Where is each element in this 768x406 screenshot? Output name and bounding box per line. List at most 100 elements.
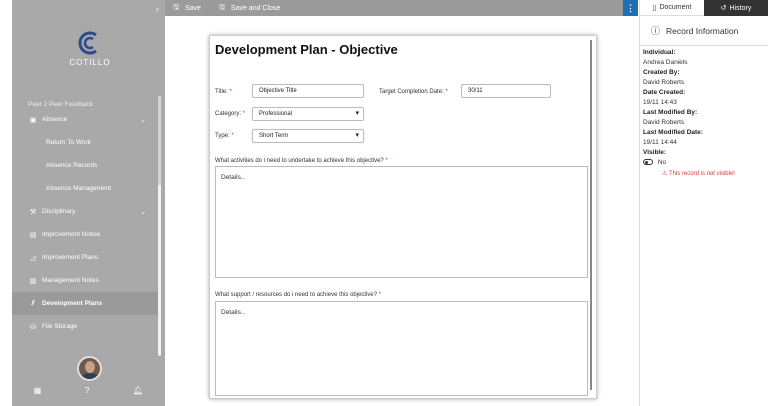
individual-label: Individual: <box>643 49 676 56</box>
tab-document[interactable]: ▯ Document <box>640 0 704 16</box>
created-by-label: Created By: <box>643 69 680 76</box>
visible-field: Visible: No <box>640 149 768 166</box>
created-by-value: David Roberts <box>643 79 685 86</box>
record-info-heading: ⓘ Record Information <box>640 16 768 46</box>
modified-date-label: Last Modified Date: <box>643 129 703 136</box>
visibility-warning-text: This record is not visible! <box>668 171 735 177</box>
activities-question-text: What activities do i need to undertake t… <box>215 158 384 164</box>
sidebar-item-absence[interactable]: ▣ Absence ⌄ <box>12 108 158 131</box>
sidebar-item-label: File Storage <box>42 323 78 330</box>
bell-icon[interactable]: 🔔︎ <box>133 386 143 395</box>
sidebar-item-development-plans[interactable]: ⫽ Development Plans <box>12 292 158 315</box>
visible-toggle[interactable] <box>643 159 653 166</box>
type-select[interactable]: Short Term <box>252 129 364 143</box>
type-label-text: Type: <box>215 133 230 139</box>
chevron-down-icon: ⌄ <box>140 208 146 216</box>
sidebar-item-return-to-work[interactable]: Return To Work <box>12 131 158 154</box>
individual-field: Individual: Andrea Daniels <box>640 49 768 66</box>
apps-grid-icon[interactable]: ▦ <box>34 386 42 395</box>
visibility-warning: ⚠ This record is not visible! <box>640 170 768 177</box>
date-created-field: Date Created: 19/11 14:43 <box>640 89 768 106</box>
visible-toggle-row: No <box>643 159 768 166</box>
individual-value: Andrea Daniels <box>643 59 688 66</box>
activities-question-label: What activities do i need to undertake t… <box>215 158 388 164</box>
tab-history-label: History <box>729 4 752 12</box>
sidebar-item-label: Improvement Notice <box>42 231 101 238</box>
target-completion-date-input[interactable]: 30/11 <box>461 84 551 98</box>
sidebar-item-label: Absence Management <box>46 185 112 192</box>
modified-date-field: Last Modified Date: 19/11 14:44 <box>640 129 768 146</box>
sidebar-nav: Peer 2 Peer Feedback ▣ Absence ⌄ Return … <box>12 96 158 338</box>
sidebar-item-improvement-notice[interactable]: ▤ Improvement Notice <box>12 223 158 246</box>
help-icon[interactable]: ? <box>85 386 89 395</box>
save-label: Save <box>184 4 201 12</box>
modified-by-field: Last Modified By: David Roberts <box>640 109 768 126</box>
document-toolbar: 🖫 Save 🖫 Save and Close <box>165 0 623 16</box>
cotillo-logo: COTILLO <box>62 30 118 67</box>
visible-label: Visible: <box>643 149 667 156</box>
tab-history[interactable]: ↺ History <box>704 0 768 16</box>
created-by-field: Created By: David Roberts <box>640 69 768 86</box>
sidebar-item-absence-records[interactable]: Absence Records <box>12 154 158 177</box>
modified-by-label: Last Modified By: <box>643 109 698 116</box>
avatar-face <box>85 361 95 373</box>
document-scrollbar[interactable] <box>590 40 592 390</box>
objective-title-input[interactable]: Objective Title <box>252 84 364 98</box>
sidebar-item-management-notes[interactable]: ▥ Management Notes <box>12 269 158 292</box>
support-question-text: What support / resources do i need to ac… <box>215 292 378 298</box>
type-label: Type: * <box>215 133 234 139</box>
sidebar-scrollbar-thumb[interactable] <box>158 185 161 355</box>
sidebar-item-disciplinary[interactable]: ⚒ Disciplinary ⌄ <box>12 200 158 223</box>
save-button[interactable]: 🖫 Save <box>173 3 201 14</box>
logo-mark-icon <box>78 31 97 55</box>
sidebar-item-peer-feedback[interactable]: Peer 2 Peer Feedback <box>12 96 158 108</box>
category-select-value: Professional <box>259 111 293 117</box>
date-created-value: 19/11 14:43 <box>643 99 677 106</box>
date-created-label: Date Created: <box>643 89 686 96</box>
growth-icon: ⫽ <box>31 299 35 307</box>
required-mark: * <box>378 292 382 298</box>
record-info-title: Record Information <box>666 25 739 36</box>
modified-by-value: David Roberts <box>643 119 685 126</box>
page-title: Development Plan - Objective <box>215 42 398 57</box>
more-options-button[interactable]: ⋮ <box>623 0 638 16</box>
visible-value: No <box>657 159 667 166</box>
storage-icon: ⛁ <box>30 323 36 331</box>
required-mark: * <box>445 89 448 95</box>
support-textarea[interactable]: Details.. <box>215 301 588 396</box>
avatar-body <box>81 373 99 379</box>
category-label: Category: * <box>215 111 245 117</box>
target-date-label-text: Target Completion Date: <box>379 89 444 95</box>
history-icon: ↺ <box>720 5 727 12</box>
user-avatar[interactable] <box>77 356 102 381</box>
gavel-icon: ⚒ <box>29 208 37 216</box>
activities-textarea[interactable]: Details.. <box>215 166 588 278</box>
save-and-close-button[interactable]: 🖫 Save and Close <box>219 3 280 14</box>
support-question-label: What support / resources do i need to ac… <box>215 292 381 298</box>
required-mark: * <box>231 133 234 139</box>
sidebar-item-label: Peer 2 Peer Feedback <box>28 101 94 108</box>
required-mark: * <box>229 89 232 95</box>
category-select[interactable]: Professional <box>252 107 364 121</box>
info-icon: ⓘ <box>651 26 661 36</box>
category-label-text: Category: <box>215 111 242 117</box>
sidebar-item-improvement-plans[interactable]: ◿ Improvement Plans <box>12 246 158 269</box>
save-close-label: Save and Close <box>230 4 281 12</box>
target-date-label: Target Completion Date: * <box>379 89 448 95</box>
sidebar-item-label: Development Plans <box>42 300 102 307</box>
sidebar-item-absence-management[interactable]: Absence Management <box>12 177 158 200</box>
type-select-value: Short Term <box>259 133 289 139</box>
sidebar-item-label: Improvement Plans <box>42 254 98 261</box>
warning-triangle-icon: ⚠ <box>662 171 668 177</box>
notes-icon: ▥ <box>29 277 37 285</box>
sidebar-item-label: Absence Records <box>46 162 98 169</box>
sidebar-item-label: Disciplinary <box>42 208 76 215</box>
panel-tabs: ▯ Document ↺ History <box>640 0 768 16</box>
logo-text: COTILLO <box>69 58 111 67</box>
collapse-sidebar-icon[interactable]: ‹ <box>156 4 159 14</box>
chevron-down-icon: ⌄ <box>140 116 146 124</box>
tab-document-label: Document <box>659 4 692 11</box>
sidebar-item-file-storage[interactable]: ⛁ File Storage <box>12 315 158 338</box>
sidebar-item-label: Return To Work <box>46 139 91 146</box>
sidebar: ‹ COTILLO Peer 2 Peer Feedback ▣ Absence… <box>12 0 165 406</box>
